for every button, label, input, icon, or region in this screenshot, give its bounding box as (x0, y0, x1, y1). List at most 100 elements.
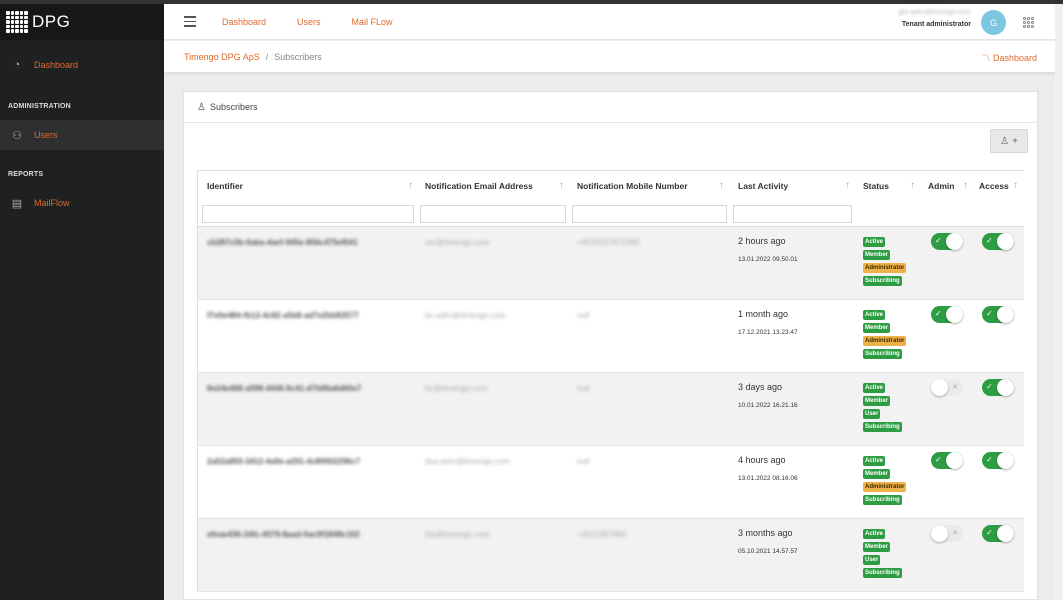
filter-identifier-input[interactable] (202, 205, 414, 223)
column-header-last-activity[interactable]: Last Activity (738, 171, 788, 201)
breadcrumb-dashboard-link[interactable]: 〽 Dashboard (981, 51, 1037, 64)
admin-toggle[interactable]: ✕ (931, 379, 963, 396)
user-info[interactable]: gbl-adm@timengo.com Tenant administrator (899, 9, 971, 28)
user-email: gbl-adm@timengo.com (898, 9, 971, 16)
admin-toggle[interactable]: ✓ (931, 452, 963, 469)
cell-status: Active Member Administrator Subscribing (863, 456, 907, 505)
add-subscriber-button[interactable]: ♙ + (990, 129, 1028, 153)
check-icon: ✓ (935, 455, 942, 464)
sidebar-item-mailflow[interactable]: ▤ MailFlow (0, 188, 164, 218)
cell-identifier: 8e24e468-a598-4446-9c41-d7b86a6d60e7 (207, 384, 362, 393)
check-icon: ✓ (935, 236, 942, 245)
sidebar-item-label: MailFlow (34, 198, 70, 208)
status-badge: Active (863, 456, 886, 466)
sort-arrow-icon[interactable]: ↑ (910, 171, 915, 201)
check-icon: ✓ (986, 309, 993, 318)
status-badge: Member (863, 469, 891, 479)
gauge-icon: ◔ (13, 59, 21, 71)
table-row[interactable]: efeae436-24fc-4579-8aad-0ac0f1848c162 bla… (198, 519, 1024, 592)
breadcrumb-root[interactable]: Timengo DPG ApS (184, 52, 260, 62)
column-header-mobile[interactable]: Notification Mobile Number (577, 171, 688, 201)
cell-status: Active Member User Subscribing (863, 529, 902, 578)
table-row[interactable]: 2a52a893-3412-4a9e-a291-4c89002296c7 dsa-… (198, 446, 1024, 519)
check-icon: ✓ (935, 309, 942, 318)
cell-last-activity-date: 05.10.2021 14.57.57 (738, 548, 798, 555)
header-link-dashboard[interactable]: Dashboard (222, 17, 266, 27)
status-badge: Subscribing (863, 495, 902, 505)
cell-last-activity-relative: 1 month ago (738, 309, 789, 319)
column-header-status[interactable]: Status (863, 171, 889, 201)
table-row[interactable]: cb287c0b-0aba-4aef-945e-856c475ef041 asr@… (198, 227, 1024, 300)
cell-last-activity-relative: 3 days ago (738, 382, 783, 392)
cell-last-activity-date: 13.01.2022 09.50.01 (738, 256, 798, 263)
table-row[interactable]: f7e5e484-fb12-4c82-a5b8-ad7e2bb82577 bc-a… (198, 300, 1024, 373)
breadcrumb-current: Subscribers (274, 51, 322, 62)
sort-arrow-icon[interactable]: ↑ (963, 171, 968, 201)
admin-toggle[interactable]: ✓ (931, 306, 963, 323)
admin-toggle[interactable]: ✕ (931, 525, 963, 542)
status-badge: Member (863, 396, 891, 406)
cell-last-activity-date: 17.12.2021 13.23.47 (738, 329, 798, 336)
sidebar-item-dashboard[interactable]: ◔ Dashboard (0, 50, 164, 80)
sidebar-section-reports: REPORTS (8, 171, 44, 178)
page-scrollbar[interactable] (1055, 4, 1063, 600)
sidebar: DPG ◔ Dashboard ADMINISTRATION ⚇ Users R… (0, 4, 164, 600)
column-header-admin[interactable]: Admin (928, 171, 954, 201)
access-toggle[interactable]: ✓ (982, 306, 1014, 323)
cell-status: Active Member Administrator Subscribing (863, 237, 907, 286)
column-header-access[interactable]: Access (979, 171, 1009, 201)
sort-arrow-icon[interactable]: ↑ (559, 171, 564, 201)
table-header: Identifier ↑ Notification Email Address … (198, 171, 1024, 201)
admin-toggle[interactable]: ✓ (931, 233, 963, 250)
status-badge: Member (863, 250, 891, 260)
status-badge: Subscribing (863, 349, 902, 359)
status-badge: Subscribing (863, 568, 902, 578)
sidebar-item-label: Dashboard (34, 60, 79, 70)
sort-arrow-icon[interactable]: ↑ (408, 171, 413, 201)
cell-last-activity-date: 10.01.2022 16.21.16 (738, 402, 798, 409)
status-badge: Member (863, 323, 891, 333)
status-badge: Active (863, 383, 886, 393)
status-badge: Active (863, 237, 886, 247)
status-badge: Subscribing (863, 422, 902, 432)
filter-last-activity-input[interactable] (733, 205, 852, 223)
brand[interactable]: DPG (0, 4, 164, 40)
hamburger-menu-icon[interactable] (184, 16, 196, 27)
cell-last-activity-relative: 2 hours ago (738, 236, 786, 246)
status-badge: Subscribing (863, 276, 902, 286)
x-icon: ✕ (952, 530, 958, 537)
subscribers-table: Identifier ↑ Notification Email Address … (197, 170, 1024, 592)
apps-grid-icon[interactable] (1023, 17, 1034, 28)
check-icon: ✓ (986, 455, 993, 464)
sidebar-item-users[interactable]: ⚇ Users (0, 120, 164, 150)
column-header-identifier[interactable]: Identifier (207, 171, 243, 201)
check-icon: ✓ (986, 382, 993, 391)
column-header-email[interactable]: Notification Email Address (425, 171, 533, 201)
header-link-users[interactable]: Users (297, 17, 321, 27)
avatar[interactable]: G (981, 10, 1006, 35)
breadcrumb-separator: / (265, 51, 269, 62)
chart-line-icon: 〽 (981, 53, 991, 63)
access-toggle[interactable]: ✓ (982, 525, 1014, 542)
cell-identifier: efeae436-24fc-4579-8aad-0ac0f1848c162 (207, 530, 360, 539)
filter-email-input[interactable] (420, 205, 566, 223)
status-badge: Active (863, 310, 886, 320)
cell-identifier: 2a52a893-3412-4a9e-a291-4c89002296c7 (207, 457, 361, 466)
status-badge: Member (863, 542, 891, 552)
access-toggle[interactable]: ✓ (982, 452, 1014, 469)
header-link-mailflow[interactable]: Mail FLow (352, 17, 393, 27)
sort-arrow-icon[interactable]: ↑ (719, 171, 724, 201)
access-toggle[interactable]: ✓ (982, 379, 1014, 396)
sort-arrow-icon[interactable]: ↑ (1013, 171, 1018, 201)
breadcrumb: Timengo DPG ApS / Subscribers 〽 Dashboar… (164, 41, 1063, 72)
cell-last-activity-date: 13.01.2022 08.16.06 (738, 475, 798, 482)
cell-mobile: null (577, 457, 590, 466)
sort-arrow-icon[interactable]: ↑ (845, 171, 850, 201)
status-badge: User (863, 409, 881, 419)
cell-mobile: +4526257871080 (577, 238, 640, 247)
status-badge: Administrator (863, 482, 907, 492)
access-toggle[interactable]: ✓ (982, 233, 1014, 250)
table-row[interactable]: 8e24e468-a598-4446-9c41-d7b86a6d60e7 bc@t… (198, 373, 1024, 446)
filter-mobile-input[interactable] (572, 205, 727, 223)
cell-status: Active Member Administrator Subscribing (863, 310, 907, 359)
